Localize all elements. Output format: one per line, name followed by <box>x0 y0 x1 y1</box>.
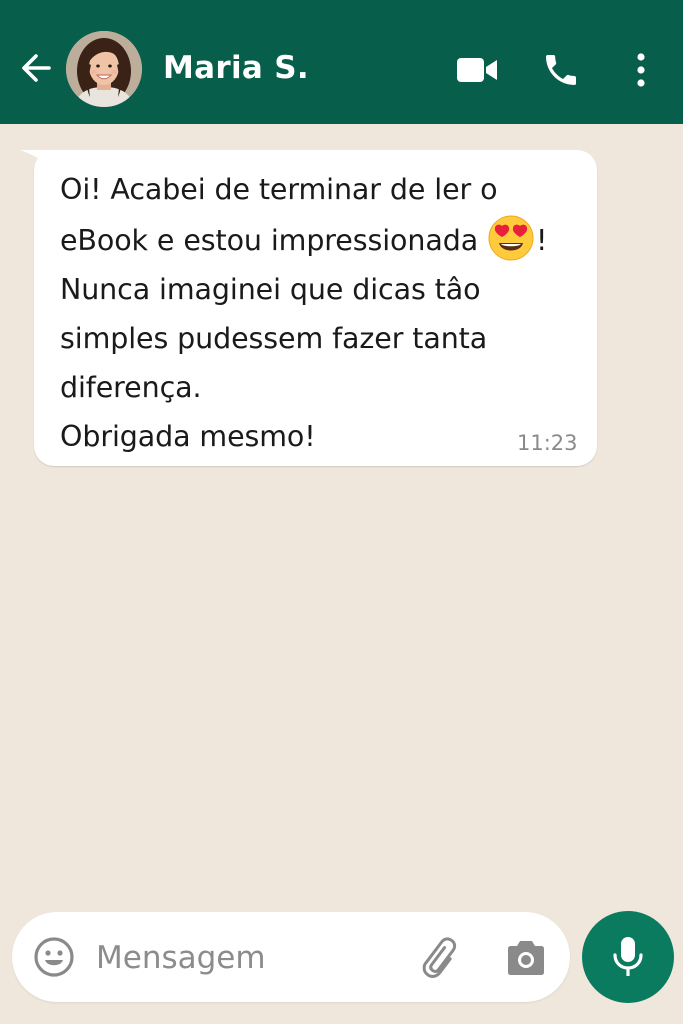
back-arrow-icon <box>22 54 51 82</box>
paperclip-icon[interactable] <box>420 936 464 980</box>
message-text-part-3: Obrigada mesmo! <box>60 420 316 453</box>
more-options-button[interactable] <box>617 46 665 94</box>
microphone-icon <box>613 937 643 976</box>
chat-header: Maria S. <box>0 0 683 124</box>
emoji-icon[interactable] <box>33 936 75 978</box>
voice-message-button[interactable] <box>582 911 674 1003</box>
avatar[interactable] <box>66 31 142 107</box>
video-call-button[interactable] <box>453 46 501 94</box>
more-vertical-icon <box>637 53 645 87</box>
message-input[interactable] <box>96 934 396 982</box>
video-camera-icon <box>457 58 497 82</box>
back-button[interactable] <box>16 48 56 88</box>
voice-call-button[interactable] <box>537 46 585 94</box>
contact-name[interactable]: Maria S. <box>163 46 309 90</box>
contact-photo <box>66 31 142 107</box>
phone-icon <box>546 55 576 85</box>
message-text: Oi! Acabei de terminar de ler o eBook e … <box>60 165 570 461</box>
camera-icon[interactable] <box>504 937 548 979</box>
chat-screen: Maria S. Oi! Acabei de terminar de ler o… <box>0 0 683 1024</box>
heart-eyes-emoji-icon <box>488 215 534 261</box>
message-text-part-1: Oi! Acabei de terminar de ler o eBook e … <box>60 173 498 257</box>
message-timestamp: 11:23 <box>517 431 578 455</box>
